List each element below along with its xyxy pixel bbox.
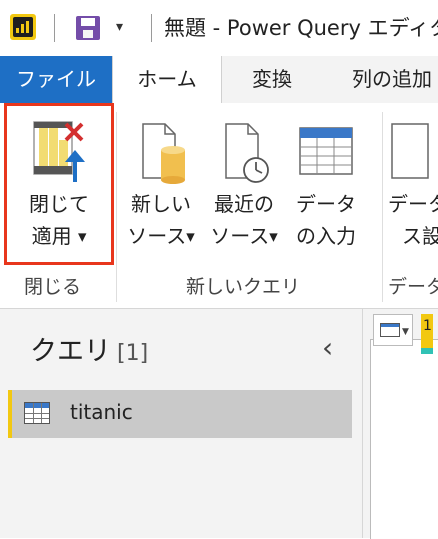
group-label-close: 閉じる <box>24 276 82 298</box>
data-source-settings-line1: データ <box>388 192 438 216</box>
tab-file[interactable]: ファイル <box>0 56 112 103</box>
window-title: 無題 - Power Query エディタ <box>164 16 438 40</box>
column-header-label: 1 <box>423 318 432 334</box>
column-quality-bar <box>421 348 433 354</box>
recent-sources-line2: ソース <box>210 224 270 248</box>
group-label-data-sources: データ <box>388 276 438 298</box>
new-source-line2: ソース <box>127 224 187 248</box>
data-grid: ▼ 1 <box>363 309 438 539</box>
power-bi-icon[interactable] <box>10 14 36 40</box>
table-icon <box>24 402 50 424</box>
group-separator <box>116 112 117 302</box>
save-icon[interactable] <box>76 16 100 40</box>
recent-sources-line1: 最近の <box>214 192 274 216</box>
column-header[interactable]: 1 <box>421 314 433 354</box>
selection-accent <box>8 390 12 438</box>
enter-data-line2: の入力 <box>296 224 356 248</box>
quick-access-dropdown[interactable]: ▾ <box>116 14 123 40</box>
group-separator <box>382 112 383 302</box>
query-item[interactable]: titanic <box>8 390 352 438</box>
queries-pane: クエリ [1] ‹ titanic <box>0 309 363 538</box>
title-bar: ▾ 無題 - Power Query エディタ <box>0 0 438 56</box>
queries-title-text: クエリ <box>30 336 111 367</box>
group-label-new-query: 新しいクエリ <box>186 276 301 298</box>
tab-add-column[interactable]: 列の追加 <box>332 56 438 103</box>
chevron-down-icon: ▼ <box>186 230 195 244</box>
recent-sources-button[interactable]: 最近の ソース▼ <box>205 118 283 254</box>
title-separator <box>151 14 152 42</box>
tab-transform[interactable]: 変換 <box>224 56 320 103</box>
database-document-icon <box>142 123 185 184</box>
chevron-down-icon: ▼ <box>269 230 278 244</box>
enter-data-button[interactable]: データ の入力 <box>288 118 364 252</box>
chevron-down-icon: ▼ <box>402 327 409 337</box>
data-source-settings-line2: ス設 <box>402 224 438 248</box>
new-source-button[interactable]: 新しい ソース▼ <box>122 118 200 254</box>
title-separator <box>54 14 55 42</box>
ribbon-tabs: ファイル ホーム 変換 列の追加 <box>0 56 438 104</box>
recent-document-icon <box>225 123 269 183</box>
enter-data-line1: データ <box>296 192 356 216</box>
grid-body <box>370 339 438 539</box>
query-name: titanic <box>70 400 133 424</box>
settings-document-icon <box>391 123 429 179</box>
tab-home[interactable]: ホーム <box>112 56 222 104</box>
queries-count: [1] <box>117 341 149 366</box>
data-source-settings-button[interactable]: データ ス設 <box>388 118 438 252</box>
collapse-pane-icon[interactable]: ‹ <box>322 331 333 364</box>
table-icon <box>299 127 353 175</box>
highlight-box <box>4 103 114 265</box>
new-source-line1: 新しい <box>131 192 191 216</box>
table-icon <box>380 323 400 337</box>
table-menu-button[interactable]: ▼ <box>373 314 413 346</box>
queries-title: クエリ [1] <box>30 329 148 368</box>
